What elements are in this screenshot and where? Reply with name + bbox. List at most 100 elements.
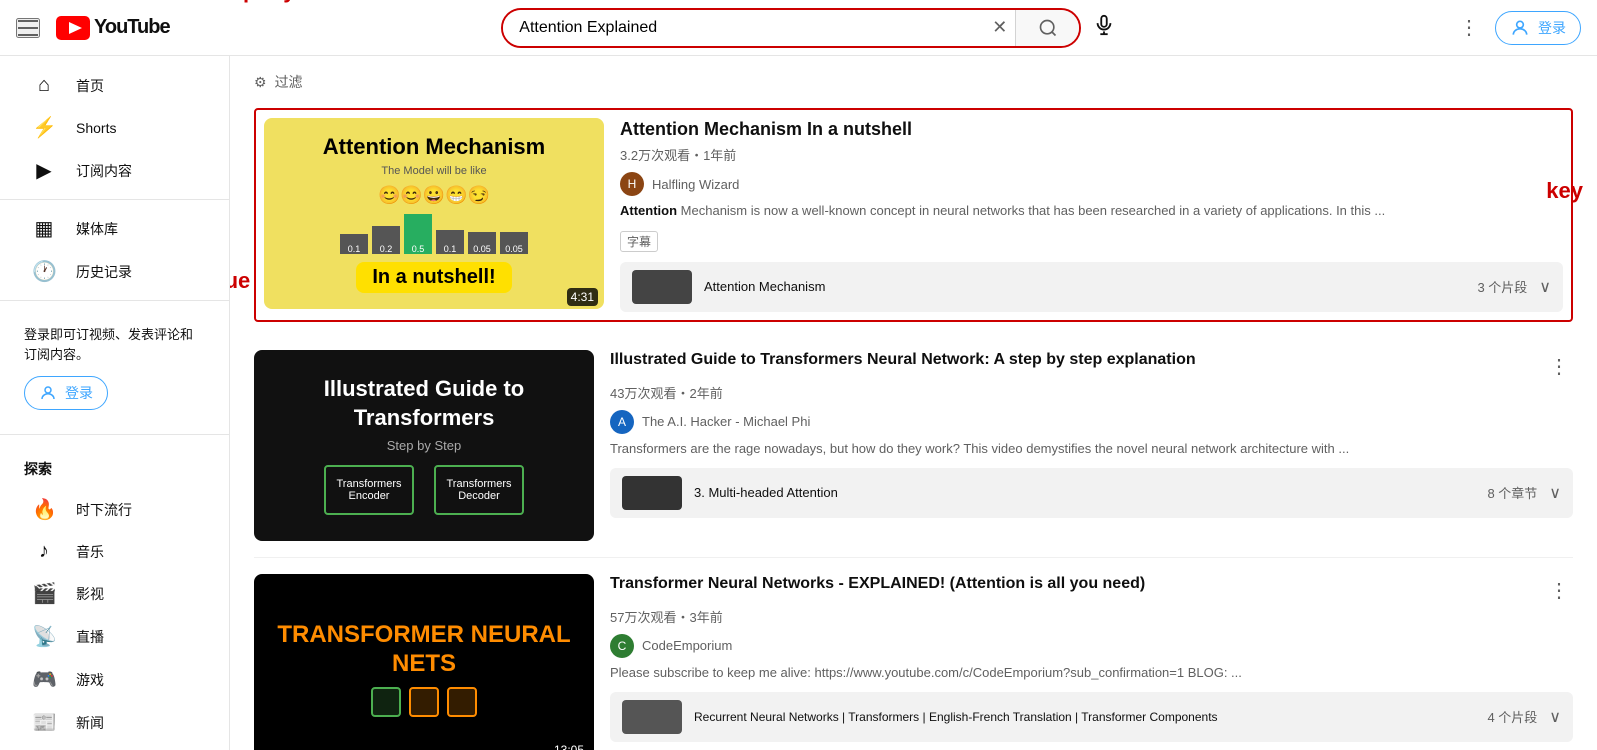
- channel-row-2: A The A.I. Hacker - Michael Phi: [610, 410, 1573, 434]
- chapter-thumb-3: [622, 700, 682, 734]
- thumb-title-1: Attention Mechanism: [313, 134, 555, 160]
- menu-button[interactable]: [16, 18, 40, 38]
- news-icon: 📰: [32, 710, 56, 735]
- chapter-thumb-1: [632, 270, 692, 304]
- chapter-title-2: 3. Multi-headed Attention: [694, 485, 1475, 500]
- video-duration-1: 4:31: [567, 288, 598, 306]
- thumbnail-wrap-2: Illustrated Guide to Transformers Step b…: [254, 350, 594, 541]
- history-icon: 🕐: [32, 259, 56, 284]
- chapter-arrow-3: ∨: [1549, 707, 1561, 727]
- video-desc-3: Please subscribe to keep me alive: https…: [610, 664, 1573, 682]
- query-annotation-label: query: [236, 0, 296, 4]
- sidebar-login-text: 登录即可订视频、发表评论和订阅内容。: [24, 325, 205, 364]
- results-list: Attention Mechanism The Model will be li…: [254, 108, 1573, 750]
- value-annotation-label: value: [230, 268, 250, 294]
- sidebar: ⌂ 首页 ⚡ Shorts ▶ 订阅内容 ▦ 媒体库 🕐 历史记录: [0, 56, 230, 750]
- channel-row-3: C CodeEmporium: [610, 634, 1573, 658]
- results-wrapper: value key Attention Mechanism The Model …: [254, 108, 1573, 750]
- sidebar-item-news[interactable]: 📰 新闻: [8, 702, 221, 743]
- video-info-1: Attention Mechanism In a nutshell 3.2万次观…: [620, 118, 1563, 312]
- chapter-arrow-2: ∨: [1549, 483, 1561, 503]
- sidebar-item-library[interactable]: ▦ 媒体库: [8, 208, 221, 249]
- channel-avatar-1: H: [620, 172, 644, 196]
- microphone-icon: [1093, 14, 1115, 36]
- sidebar-divider-1: [0, 199, 229, 200]
- filter-bar: ⚙ 过滤: [254, 72, 1573, 92]
- sidebar-label-trending: 时下流行: [76, 500, 132, 520]
- sidebar-label-history: 历史记录: [76, 262, 132, 282]
- sidebar-item-music[interactable]: ♪ 音乐: [8, 532, 221, 571]
- thumb-nutshell-label: In a nutshell!: [356, 262, 511, 293]
- sidebar-label-library: 媒体库: [76, 219, 118, 239]
- channel-name-2: The A.I. Hacker - Michael Phi: [642, 414, 810, 429]
- sign-in-label: 登录: [1538, 18, 1566, 38]
- key-annotation-label: key: [1546, 178, 1583, 204]
- sidebar-divider-3: [0, 434, 229, 435]
- video-title-3: Transformer Neural Networks - EXPLAINED!…: [610, 574, 1145, 595]
- thumb-diagram: [371, 687, 477, 717]
- video-desc-1: Attention Mechanism is now a well-known …: [620, 202, 1563, 220]
- search-area: ✕: [186, 8, 1443, 48]
- sidebar-item-gaming[interactable]: 🎮 游戏: [8, 659, 221, 700]
- sidebar-item-movies[interactable]: 🎬 影视: [8, 573, 221, 614]
- caption-badge-1: 字幕: [620, 227, 1563, 252]
- gaming-icon: 🎮: [32, 667, 56, 692]
- logo-text: YouTube: [94, 16, 170, 39]
- youtube-logo-icon: [56, 16, 90, 40]
- sidebar-item-live[interactable]: 📡 直播: [8, 616, 221, 657]
- diagram-box-1: [371, 687, 401, 717]
- sidebar-label-home: 首页: [76, 76, 104, 96]
- logo[interactable]: YouTube: [56, 16, 170, 40]
- sidebar-item-shorts[interactable]: ⚡ Shorts: [8, 107, 221, 148]
- header-right: ⋮ 登录: [1459, 11, 1581, 45]
- chapters-row-3[interactable]: Recurrent Neural Networks | Transformers…: [610, 692, 1573, 742]
- sidebar-login-button[interactable]: 登录: [24, 376, 108, 410]
- search-icon: [1038, 18, 1058, 38]
- sidebar-item-sports[interactable]: 🏆 体育: [8, 745, 221, 750]
- video-item-2[interactable]: Illustrated Guide to Transformers Step b…: [254, 334, 1573, 558]
- more-options-button-3[interactable]: ⋮: [1545, 574, 1573, 607]
- chapter-count-2: 8 个章节: [1487, 483, 1537, 502]
- more-options-button[interactable]: ⋮: [1459, 15, 1479, 40]
- sidebar-label-gaming: 游戏: [76, 670, 104, 690]
- trending-icon: 🔥: [32, 497, 56, 522]
- thumbnail-wrap-1: Attention Mechanism The Model will be li…: [264, 118, 604, 312]
- filter-icon: ⚙: [254, 74, 267, 91]
- search-clear-button[interactable]: ✕: [984, 17, 1015, 38]
- video-item-featured[interactable]: Attention Mechanism The Model will be li…: [254, 108, 1573, 322]
- sidebar-label-movies: 影视: [76, 584, 104, 604]
- home-icon: ⌂: [32, 74, 56, 97]
- sidebar-item-trending[interactable]: 🔥 时下流行: [8, 489, 221, 530]
- account-icon: [1510, 18, 1530, 38]
- sidebar-label-subscriptions: 订阅内容: [76, 161, 132, 181]
- sidebar-item-history[interactable]: 🕐 历史记录: [8, 251, 221, 292]
- more-options-button-2[interactable]: ⋮: [1545, 350, 1573, 383]
- sidebar-account-icon: [39, 384, 57, 402]
- sidebar-label-news: 新闻: [76, 713, 104, 733]
- header-left: YouTube: [16, 16, 170, 40]
- video-desc-2: Transformers are the rage nowadays, but …: [610, 440, 1573, 458]
- chapters-row-1[interactable]: Attention Mechanism 3 个片段 ∨: [620, 262, 1563, 312]
- chapters-row-2[interactable]: 3. Multi-headed Attention 8 个章节 ∨: [610, 468, 1573, 518]
- movies-icon: 🎬: [32, 581, 56, 606]
- thumb-subtitle-1: The Model will be like: [381, 165, 486, 177]
- video-meta-1: 3.2万次观看・1年前: [620, 145, 1563, 164]
- sign-in-button[interactable]: 登录: [1495, 11, 1581, 45]
- video-item-3[interactable]: TRANSFORMER NEURAL NETS 13:05: [254, 558, 1573, 750]
- search-button[interactable]: [1015, 10, 1079, 46]
- chapter-title-3: Recurrent Neural Networks | Transformers…: [694, 710, 1475, 724]
- chapter-title-1: Attention Mechanism: [704, 279, 1465, 294]
- diagram-box-3: [447, 687, 477, 717]
- search-box: ✕: [501, 8, 1081, 48]
- thumb-title-3: TRANSFORMER NEURAL NETS: [254, 621, 594, 679]
- search-input[interactable]: [503, 10, 984, 46]
- desc-highlight-1: Attention: [620, 203, 677, 218]
- sidebar-item-subscriptions[interactable]: ▶ 订阅内容: [8, 150, 221, 191]
- body: ⌂ 首页 ⚡ Shorts ▶ 订阅内容 ▦ 媒体库 🕐 历史记录: [0, 56, 1597, 750]
- channel-name-1: Halfling Wizard: [652, 177, 739, 192]
- chapter-arrow-1: ∨: [1539, 277, 1551, 297]
- shorts-icon: ⚡: [32, 115, 56, 140]
- sidebar-item-home[interactable]: ⌂ 首页: [8, 66, 221, 105]
- microphone-button[interactable]: [1081, 14, 1127, 41]
- filter-label: 过滤: [275, 72, 303, 92]
